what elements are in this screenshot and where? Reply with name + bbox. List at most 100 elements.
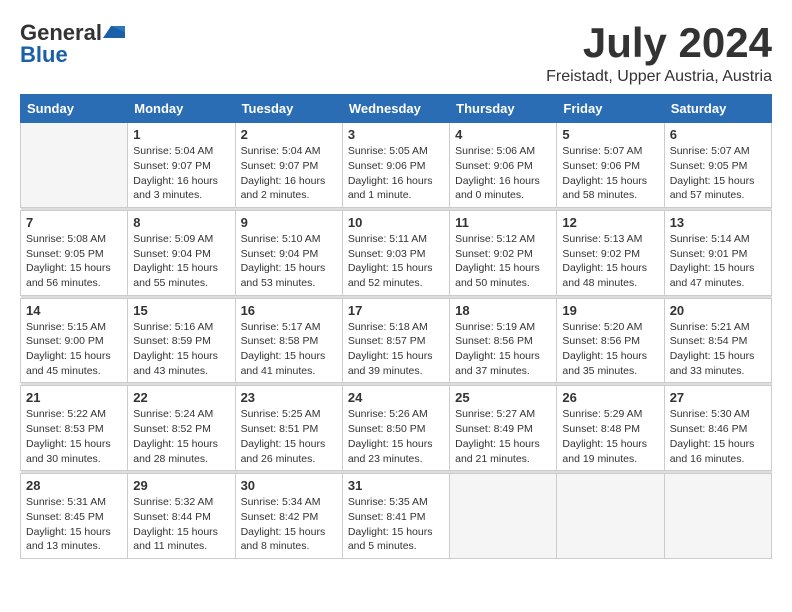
day-number: 30	[241, 478, 337, 493]
day-info: Sunrise: 5:32 AMSunset: 8:44 PMDaylight:…	[133, 495, 229, 554]
day-number: 25	[455, 390, 551, 405]
day-info: Sunrise: 5:29 AMSunset: 8:48 PMDaylight:…	[562, 407, 658, 466]
calendar-cell: 4 Sunrise: 5:06 AMSunset: 9:06 PMDaylight…	[450, 123, 557, 208]
day-number: 22	[133, 390, 229, 405]
logo-icon	[103, 24, 125, 42]
day-info: Sunrise: 5:15 AMSunset: 9:00 PMDaylight:…	[26, 320, 122, 379]
calendar-cell: 26Sunrise: 5:29 AMSunset: 8:48 PMDayligh…	[557, 386, 664, 471]
month-title: July 2024	[546, 20, 772, 66]
day-number: 2	[241, 127, 337, 142]
day-number: 24	[348, 390, 444, 405]
calendar-cell: 22 Sunrise: 5:24 AMSunset: 8:52 PMDayligh…	[128, 386, 235, 471]
calendar-cell: 13Sunrise: 5:14 AMSunset: 9:01 PMDayligh…	[664, 210, 771, 295]
day-info: Sunrise: 5:06 AMSunset: 9:06 PMDaylight:…	[455, 144, 551, 203]
day-info: Sunrise: 5:24 AMSunset: 8:52 PMDaylight:…	[133, 407, 229, 466]
day-number: 19	[562, 303, 658, 318]
calendar-cell: 31 Sunrise: 5:35 AMSunset: 8:41 PMDayligh…	[342, 474, 449, 559]
day-number: 31	[348, 478, 444, 493]
day-info: Sunrise: 5:10 AMSunset: 9:04 PMDaylight:…	[241, 232, 337, 291]
day-number: 1	[133, 127, 229, 142]
calendar-cell: 30 Sunrise: 5:34 AMSunset: 8:42 PMDayligh…	[235, 474, 342, 559]
calendar-cell: 23 Sunrise: 5:25 AMSunset: 8:51 PMDayligh…	[235, 386, 342, 471]
day-number: 15	[133, 303, 229, 318]
day-number: 28	[26, 478, 122, 493]
day-info: Sunrise: 5:09 AMSunset: 9:04 PMDaylight:…	[133, 232, 229, 291]
day-info: Sunrise: 5:26 AMSunset: 8:50 PMDaylight:…	[348, 407, 444, 466]
day-number: 17	[348, 303, 444, 318]
day-info: Sunrise: 5:25 AMSunset: 8:51 PMDaylight:…	[241, 407, 337, 466]
day-number: 5	[562, 127, 658, 142]
logo-blue: Blue	[20, 42, 68, 68]
calendar-cell: 17 Sunrise: 5:18 AMSunset: 8:57 PMDayligh…	[342, 298, 449, 383]
calendar-cell: 21Sunrise: 5:22 AMSunset: 8:53 PMDayligh…	[21, 386, 128, 471]
day-number: 12	[562, 215, 658, 230]
day-info: Sunrise: 5:12 AMSunset: 9:02 PMDaylight:…	[455, 232, 551, 291]
calendar-week-3: 14 Sunrise: 5:15 AMSunset: 9:00 PMDayligh…	[21, 298, 772, 383]
day-number: 29	[133, 478, 229, 493]
day-number: 14	[26, 303, 122, 318]
day-number: 27	[670, 390, 766, 405]
day-number: 20	[670, 303, 766, 318]
calendar-cell: 25 Sunrise: 5:27 AMSunset: 8:49 PMDayligh…	[450, 386, 557, 471]
weekday-header-tuesday: Tuesday	[235, 95, 342, 123]
title-block: July 2024 Freistadt, Upper Austria, Aust…	[546, 20, 772, 86]
day-number: 23	[241, 390, 337, 405]
weekday-header-saturday: Saturday	[664, 95, 771, 123]
calendar-cell: 28 Sunrise: 5:31 AMSunset: 8:45 PMDayligh…	[21, 474, 128, 559]
location-title: Freistadt, Upper Austria, Austria	[546, 68, 772, 86]
day-number: 9	[241, 215, 337, 230]
calendar-table: SundayMondayTuesdayWednesdayThursdayFrid…	[20, 94, 772, 559]
calendar-cell: 11 Sunrise: 5:12 AMSunset: 9:02 PMDayligh…	[450, 210, 557, 295]
day-info: Sunrise: 5:04 AMSunset: 9:07 PMDaylight:…	[241, 144, 337, 203]
calendar-cell	[450, 474, 557, 559]
calendar-cell: 8 Sunrise: 5:09 AMSunset: 9:04 PMDaylight…	[128, 210, 235, 295]
day-number: 8	[133, 215, 229, 230]
day-info: Sunrise: 5:04 AMSunset: 9:07 PMDaylight:…	[133, 144, 229, 203]
calendar-cell: 24 Sunrise: 5:26 AMSunset: 8:50 PMDayligh…	[342, 386, 449, 471]
day-info: Sunrise: 5:30 AMSunset: 8:46 PMDaylight:…	[670, 407, 766, 466]
calendar-cell	[557, 474, 664, 559]
weekday-header-thursday: Thursday	[450, 95, 557, 123]
calendar-cell: 18Sunrise: 5:19 AMSunset: 8:56 PMDayligh…	[450, 298, 557, 383]
day-info: Sunrise: 5:11 AMSunset: 9:03 PMDaylight:…	[348, 232, 444, 291]
page-header: General Blue July 2024 Freistadt, Upper …	[20, 20, 772, 86]
weekday-header-wednesday: Wednesday	[342, 95, 449, 123]
weekday-header-friday: Friday	[557, 95, 664, 123]
day-number: 13	[670, 215, 766, 230]
day-info: Sunrise: 5:27 AMSunset: 8:49 PMDaylight:…	[455, 407, 551, 466]
day-info: Sunrise: 5:08 AMSunset: 9:05 PMDaylight:…	[26, 232, 122, 291]
day-info: Sunrise: 5:31 AMSunset: 8:45 PMDaylight:…	[26, 495, 122, 554]
day-info: Sunrise: 5:18 AMSunset: 8:57 PMDaylight:…	[348, 320, 444, 379]
day-info: Sunrise: 5:22 AMSunset: 8:53 PMDaylight:…	[26, 407, 122, 466]
day-number: 6	[670, 127, 766, 142]
day-info: Sunrise: 5:17 AMSunset: 8:58 PMDaylight:…	[241, 320, 337, 379]
calendar-cell: 1 Sunrise: 5:04 AMSunset: 9:07 PMDaylight…	[128, 123, 235, 208]
calendar-cell: 27 Sunrise: 5:30 AMSunset: 8:46 PMDayligh…	[664, 386, 771, 471]
day-info: Sunrise: 5:07 AMSunset: 9:06 PMDaylight:…	[562, 144, 658, 203]
day-number: 7	[26, 215, 122, 230]
weekday-header-sunday: Sunday	[21, 95, 128, 123]
day-number: 10	[348, 215, 444, 230]
calendar-cell: 20Sunrise: 5:21 AMSunset: 8:54 PMDayligh…	[664, 298, 771, 383]
calendar-cell: 6 Sunrise: 5:07 AMSunset: 9:05 PMDaylight…	[664, 123, 771, 208]
calendar-cell: 16Sunrise: 5:17 AMSunset: 8:58 PMDayligh…	[235, 298, 342, 383]
calendar-cell: 14 Sunrise: 5:15 AMSunset: 9:00 PMDayligh…	[21, 298, 128, 383]
day-number: 3	[348, 127, 444, 142]
day-number: 11	[455, 215, 551, 230]
calendar-week-4: 21Sunrise: 5:22 AMSunset: 8:53 PMDayligh…	[21, 386, 772, 471]
calendar-cell	[664, 474, 771, 559]
day-info: Sunrise: 5:13 AMSunset: 9:02 PMDaylight:…	[562, 232, 658, 291]
weekday-header-monday: Monday	[128, 95, 235, 123]
day-info: Sunrise: 5:34 AMSunset: 8:42 PMDaylight:…	[241, 495, 337, 554]
calendar-cell: 3Sunrise: 5:05 AMSunset: 9:06 PMDaylight…	[342, 123, 449, 208]
day-number: 4	[455, 127, 551, 142]
day-info: Sunrise: 5:20 AMSunset: 8:56 PMDaylight:…	[562, 320, 658, 379]
day-info: Sunrise: 5:07 AMSunset: 9:05 PMDaylight:…	[670, 144, 766, 203]
calendar-cell: 5 Sunrise: 5:07 AMSunset: 9:06 PMDaylight…	[557, 123, 664, 208]
calendar-cell: 15Sunrise: 5:16 AMSunset: 8:59 PMDayligh…	[128, 298, 235, 383]
logo: General Blue	[20, 20, 126, 68]
day-info: Sunrise: 5:35 AMSunset: 8:41 PMDaylight:…	[348, 495, 444, 554]
calendar-cell: 7 Sunrise: 5:08 AMSunset: 9:05 PMDaylight…	[21, 210, 128, 295]
calendar-cell: 9 Sunrise: 5:10 AMSunset: 9:04 PMDaylight…	[235, 210, 342, 295]
calendar-cell: 19 Sunrise: 5:20 AMSunset: 8:56 PMDayligh…	[557, 298, 664, 383]
